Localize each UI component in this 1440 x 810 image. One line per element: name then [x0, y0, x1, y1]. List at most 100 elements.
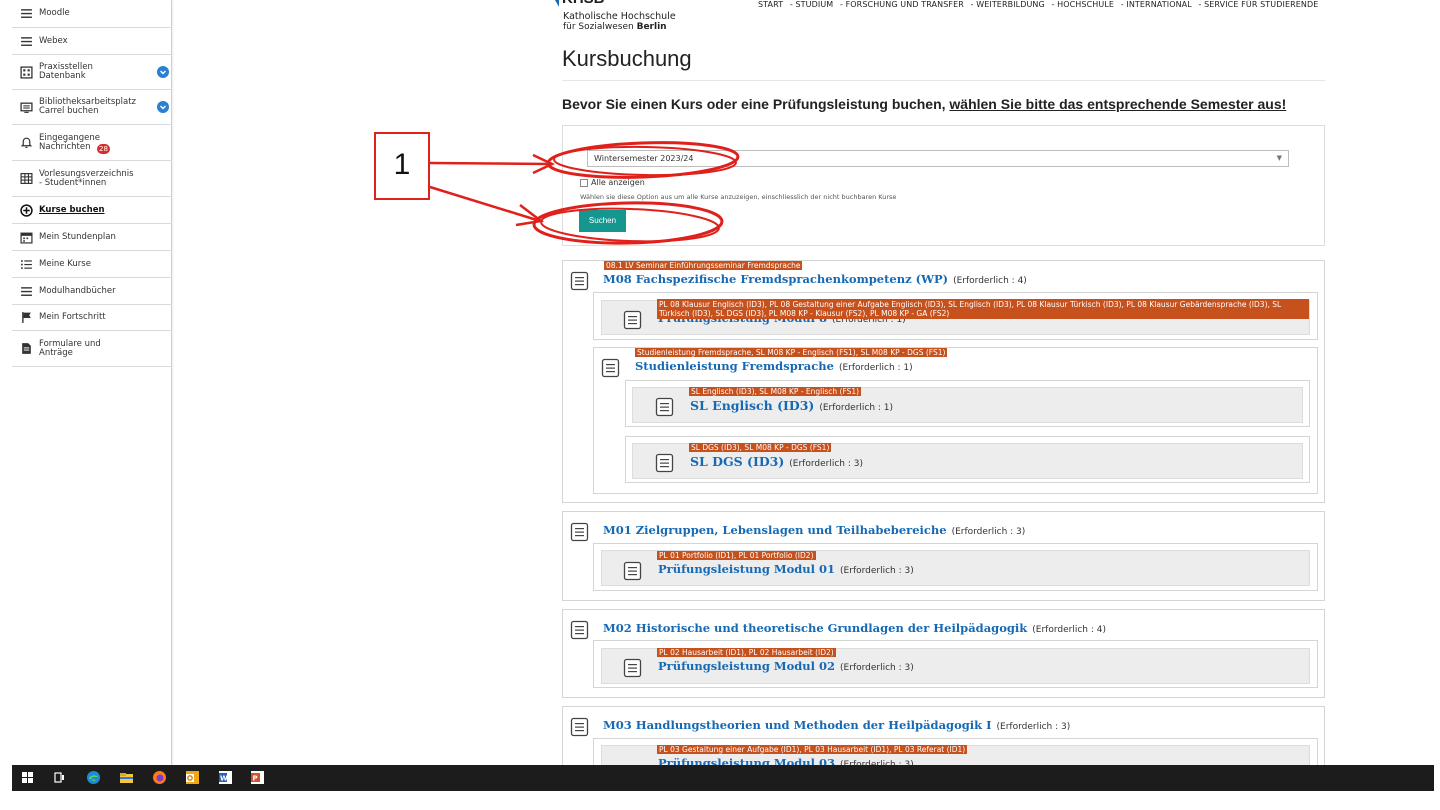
study-required: (Erforderlich : 1) — [838, 363, 913, 373]
course-required: (Erforderlich : 4) — [953, 276, 1027, 286]
annotation-arrowhead-2 — [515, 204, 545, 227]
unread-count-badge: 28 — [96, 143, 110, 154]
instruction-link: wählen Sie bitte das entsprechende Semes… — [949, 96, 1287, 112]
sidebar-item-label: Kurse buchen — [39, 204, 105, 215]
sidebar-item-kurse-buchen[interactable]: Kurse buchen — [12, 197, 172, 224]
exam-tag: PL 02 Hausarbeit (ID1), PL 02 Hausarbeit… — [657, 648, 836, 657]
nav-hochschule[interactable]: - HOCHSCHULE — [1051, 0, 1114, 9]
semester-select[interactable]: Wintersemester 2023/24 ▼ — [587, 150, 1289, 167]
calendar-icon — [20, 231, 33, 244]
plus-circle-icon — [20, 203, 33, 217]
monitor-icon — [20, 101, 33, 114]
top-navigation: START - STUDIUM - FORSCHUNG UND TRANSFER… — [758, 0, 1322, 9]
edge-icon[interactable] — [86, 770, 101, 785]
course-required: (Erforderlich : 3) — [951, 527, 1026, 537]
search-button[interactable]: Suchen — [579, 210, 626, 232]
nav-studium[interactable]: - STUDIUM — [790, 0, 833, 9]
menu-icon — [20, 285, 33, 298]
document-icon — [623, 310, 642, 330]
exam-tag: PL 03 Gestaltung einer Aufgabe (ID1), PL… — [657, 745, 968, 754]
sidebar-item-stundenplan[interactable]: Mein Stundenplan — [12, 224, 172, 251]
course-tag: 08.1 LV Seminar Einführungsseminar Fremd… — [604, 261, 803, 270]
svg-text:W: W — [220, 775, 228, 783]
sl-dgs-tag: SL DGS (ID3), SL M08 KP - DGS (FS1) — [689, 443, 832, 452]
windows-start-icon[interactable] — [20, 770, 35, 785]
exam-title[interactable]: Prüfungsleistung Modul 02 (Erforderlich :… — [658, 659, 914, 673]
sidebar-item-label: Bibliotheksarbeitsplatz Carrel buchen — [39, 97, 137, 116]
annotation-arrow-2 — [429, 185, 541, 223]
show-all-checkbox[interactable] — [580, 179, 588, 187]
chevron-down-icon[interactable] — [157, 101, 169, 113]
sidebar-item-bibliothek[interactable]: Bibliotheksarbeitsplatz Carrel buchen — [12, 90, 172, 125]
khsb-logo[interactable]: KHSB — [555, 0, 615, 7]
building-icon — [20, 65, 33, 79]
firefox-icon[interactable] — [152, 770, 167, 785]
course-required: (Erforderlich : 4) — [1032, 625, 1106, 635]
sidebar-item-moodle[interactable]: Moodle — [12, 0, 172, 28]
sidebar-item-meine-kurse[interactable]: Meine Kurse — [12, 251, 172, 278]
page-title: Kursbuchung — [562, 46, 692, 71]
sidebar-item-webex[interactable]: Webex — [12, 28, 172, 55]
sidebar-item-praxisstellen[interactable]: Praxisstellen Datenbank — [12, 55, 172, 90]
nav-service[interactable]: - SERVICE FÜR STUDIERENDE — [1198, 0, 1318, 9]
sidebar-item-nachrichten[interactable]: Eingegangene Nachrichten 28 — [12, 125, 172, 161]
sl-englisch-title[interactable]: SL Englisch (ID3) (Erforderlich : 1) — [690, 398, 893, 413]
exam-title[interactable]: Prüfungsleistung Modul 01 (Erforderlich :… — [658, 562, 914, 576]
logo-text[interactable]: Katholische Hochschule für Sozialwesen B… — [563, 12, 676, 33]
dropdown-arrow-icon: ▼ — [1276, 154, 1282, 162]
exam-required: (Erforderlich : 3) — [840, 566, 914, 576]
list-icon — [20, 258, 33, 271]
outlook-icon[interactable] — [185, 770, 200, 785]
sidebar-item-formulare[interactable]: Formulare und Anträge — [12, 331, 172, 367]
sidebar-item-label: Meine Kurse — [39, 258, 91, 269]
sidebar-item-label: Praxisstellen Datenbank — [39, 62, 93, 81]
sidebar: Moodle Webex Praxisstellen Datenbank Bib… — [12, 0, 172, 765]
sidebar-item-vorlesungsverzeichnis[interactable]: Vorlesungsverzeichnis - Student*innen — [12, 161, 172, 197]
sidebar-item-label: Vorlesungsverzeichnis - Student*innen — [39, 168, 134, 188]
sl-dgs-required: (Erforderlich : 3) — [789, 459, 863, 469]
study-tag: Studienleistung Fremdsprache, SL M08 KP … — [635, 348, 948, 357]
sidebar-item-fortschritt[interactable]: Mein Fortschritt — [12, 305, 172, 331]
nav-forschung[interactable]: - FORSCHUNG UND TRANSFER — [840, 0, 964, 9]
menu-icon — [20, 35, 33, 48]
sidebar-item-label: Modulhandbücher — [39, 285, 116, 296]
nav-international[interactable]: - INTERNATIONAL — [1121, 0, 1192, 9]
course-title[interactable]: M01 Zielgruppen, Lebenslagen und Teilhab… — [603, 523, 1025, 537]
document-icon — [601, 358, 620, 378]
show-all-hint: Wählen sie diese Option aus um alle Kurs… — [580, 193, 897, 201]
course-title[interactable]: M03 Handlungstheorien und Methoden der H… — [603, 718, 1070, 732]
study-title[interactable]: Studienleistung Fremdsprache (Erforderlic… — [635, 359, 913, 373]
bell-icon — [20, 136, 33, 149]
document-icon — [570, 271, 589, 291]
annotation-arrow-1 — [429, 161, 551, 166]
powerpoint-icon[interactable]: P — [250, 770, 265, 785]
file-icon — [20, 342, 33, 355]
instruction-text: Bevor Sie einen Kurs oder eine Prüfungsl… — [562, 96, 1287, 112]
course-required: (Erforderlich : 3) — [996, 722, 1071, 732]
nav-start[interactable]: START — [758, 0, 783, 9]
sidebar-item-modulhandbuecher[interactable]: Modulhandbücher — [12, 278, 172, 305]
task-view-icon[interactable] — [52, 770, 67, 785]
sl-englisch-required: (Erforderlich : 1) — [819, 403, 894, 413]
flag-icon — [20, 311, 33, 324]
nav-weiterbildung[interactable]: - WEITERBILDUNG — [971, 0, 1045, 9]
document-icon — [570, 620, 589, 640]
annotation-callout-number: 1 — [393, 148, 411, 181]
word-icon[interactable]: W — [218, 770, 233, 785]
sidebar-item-label: Mein Fortschritt — [39, 312, 106, 322]
chevron-down-icon[interactable] — [157, 66, 169, 78]
annotation-arrowhead-1 — [532, 153, 555, 175]
course-title[interactable]: M02 Historische und theoretische Grundla… — [603, 621, 1106, 635]
file-explorer-icon[interactable] — [119, 770, 134, 785]
table-icon — [20, 172, 33, 185]
course-title[interactable]: M08 Fachspezifische Fremdsprachenkompete… — [603, 272, 1027, 286]
exam-tag: PL 01 Portfolio (ID1), PL 01 Portfolio (… — [657, 551, 816, 560]
sidebar-item-label: Mein Stundenplan — [39, 231, 116, 242]
logo-line-2: für Sozialwesen Berlin — [563, 22, 667, 32]
sl-dgs-title[interactable]: SL DGS (ID3) (Erforderlich : 3) — [690, 454, 863, 469]
windows-taskbar: W P — [12, 765, 1434, 791]
sidebar-item-label: Eingegangene Nachrichten — [39, 132, 100, 152]
document-icon — [655, 453, 674, 473]
sidebar-item-label: Formulare und Anträge — [39, 338, 101, 358]
sidebar-item-label: Moodle — [39, 8, 70, 18]
